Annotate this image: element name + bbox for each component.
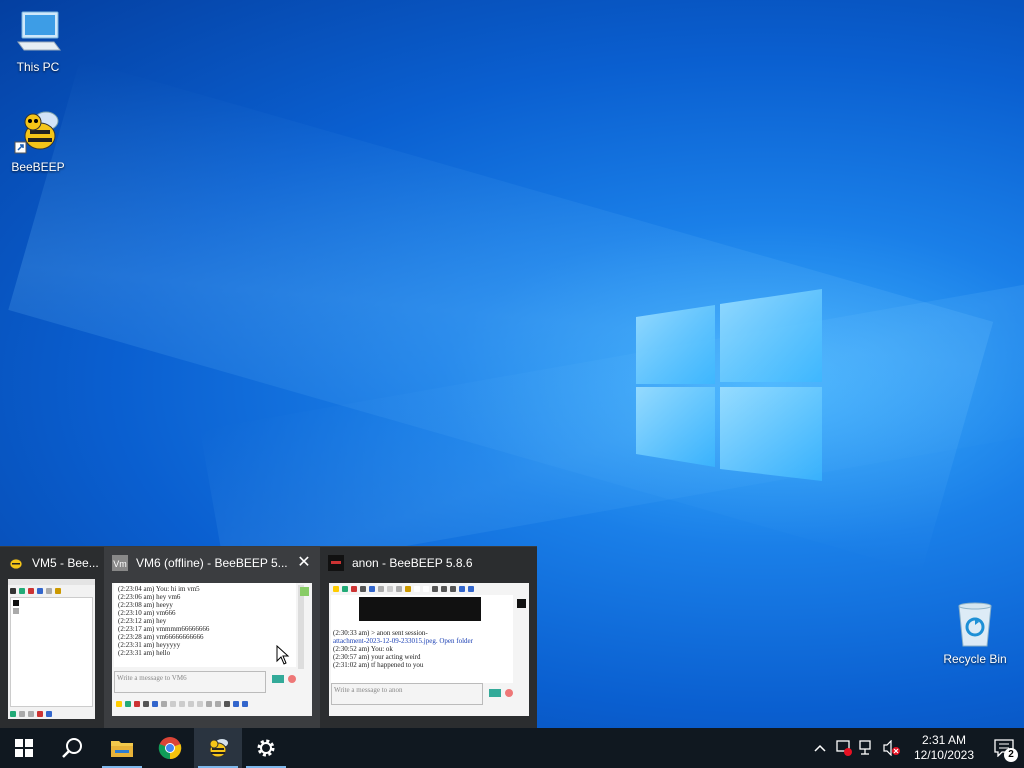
preview-user-avatar: [13, 600, 19, 606]
security-alert-icon: [836, 740, 852, 756]
heart-icon: [505, 689, 513, 697]
preview-message: (2:23:06 am) hey vm6: [118, 593, 181, 601]
preview-chat-log: (2:23:04 am) You: hi im vm5 (2:23:06 am)…: [114, 583, 296, 667]
mouse-cursor-icon: [276, 645, 290, 665]
show-hidden-icons-button[interactable]: [808, 728, 832, 768]
taskbar-file-explorer[interactable]: [98, 728, 146, 768]
notification-count-badge: 2: [1004, 748, 1018, 762]
thumbnail-title: VM5 - Bee...: [32, 556, 99, 570]
preview-chat-log: (2:30:33 am) > anon sent session- attach…: [331, 595, 513, 683]
preview-message: (2:30:57 am) your acting weird: [333, 653, 421, 661]
desktop-icon-this-pc[interactable]: This PC: [0, 10, 76, 74]
preview-message: (2:30:52 am) You: ok: [333, 645, 393, 653]
system-tray: 2:31 AM 12/10/2023 2: [808, 728, 1024, 768]
preview-avatar: [517, 599, 526, 608]
preview-image-attachment: [359, 597, 481, 621]
preview-bottom-toolbar: [10, 709, 52, 719]
preview-message-input: Write a message to anon: [331, 683, 483, 705]
taskbar-beebeep[interactable]: [194, 728, 242, 768]
preview-avatar: [300, 587, 309, 596]
recycle-bin-icon: [958, 602, 992, 647]
wallpaper-light-beam: [8, 60, 994, 572]
taskbar-clock[interactable]: 2:31 AM 12/10/2023: [904, 733, 984, 763]
preview-toolbar: [10, 586, 61, 596]
beebeep-icon: [9, 558, 23, 570]
chevron-up-icon: [814, 744, 826, 752]
thumbnail-title-bar: Vm VM6 (offline) - BeeBEEP 5...: [104, 547, 320, 579]
preview-user-avatar: [13, 608, 19, 614]
desktop-icon-beebeep[interactable]: BeeBEEP: [0, 108, 76, 174]
thumbnail-anon[interactable]: anon - BeeBEEP 5.8.6 (2:30:33 am) > anon…: [320, 547, 537, 729]
clock-date: 12/10/2023: [913, 748, 974, 762]
window-preview-anon: (2:30:33 am) > anon sent session- attach…: [329, 583, 529, 716]
thumbnail-close-button[interactable]: ✕: [294, 553, 314, 573]
taskbar-thumbnail-previews: VM5 - Bee... Vm VM6 (offline) - BeeBEEP …: [0, 546, 537, 729]
preview-message: (2:23:17 am) vmmmm66666666: [118, 625, 210, 633]
wallpaper-light-beam: [200, 273, 1024, 578]
tray-network[interactable]: [856, 728, 880, 768]
tray-security-status[interactable]: [832, 728, 856, 768]
send-icon: [272, 675, 284, 683]
svg-text:Vm: Vm: [113, 559, 127, 569]
desktop-icon-recycle-bin[interactable]: Recycle Bin: [937, 602, 1013, 666]
windows-wallpaper-logo: [636, 289, 822, 481]
thumbnail-title-bar: VM5 - Bee...: [0, 547, 104, 579]
preview-message-input: Write a message to VM6: [114, 671, 266, 693]
taskbar-settings[interactable]: [242, 728, 290, 768]
network-icon: [859, 740, 871, 755]
vm-icon: Vm: [112, 555, 128, 571]
desktop-icon-label: BeeBEEP: [11, 160, 65, 174]
folder-icon: [111, 741, 133, 757]
preview-message: (2:23:28 am) vm66666666666: [118, 633, 204, 641]
windows-start-icon: [15, 739, 33, 757]
desktop-icon-label: This PC: [16, 60, 60, 74]
heart-icon: [288, 675, 296, 683]
send-icon: [489, 689, 501, 697]
preview-message: attachment-2023-12-09-233015.jpeg. Open …: [333, 637, 473, 645]
action-center-button[interactable]: 2: [984, 728, 1024, 768]
preview-message: (2:23:31 am) heyyyyy: [118, 641, 181, 649]
chrome-icon: [158, 737, 182, 760]
thumbnail-vm6[interactable]: Vm VM6 (offline) - BeeBEEP 5... ✕ (2:23:…: [104, 547, 320, 729]
preview-message: (2:23:04 am) You: hi im vm5: [118, 585, 200, 593]
taskbar: 2:31 AM 12/10/2023 2: [0, 728, 1024, 768]
thumbnail-title: VM6 (offline) - BeeBEEP 5...: [136, 556, 288, 570]
beebeep-icon: [209, 739, 228, 758]
volume-muted-icon: [883, 740, 900, 756]
gear-icon: [257, 739, 275, 757]
preview-bottom-toolbar: [116, 699, 248, 709]
preview-message: (2:23:12 am) hey: [118, 617, 167, 625]
preview-message: (2:31:02 am) tf happened to you: [333, 661, 424, 669]
window-preview-vm5: [8, 579, 95, 719]
preview-menubar: [8, 579, 95, 585]
preview-message: (2:30:33 am) > anon sent session-: [333, 629, 428, 637]
beebeep-icon: [14, 111, 59, 154]
preview-message: (2:23:10 am) vm666: [118, 609, 176, 617]
this-pc-icon: [17, 11, 61, 51]
desktop-icon-label: Recycle Bin: [943, 652, 1007, 666]
preview-user-list: [10, 597, 93, 707]
thumbnail-title-bar: anon - BeeBEEP 5.8.6: [320, 547, 537, 579]
preview-scrollbar: [298, 585, 304, 669]
preview-message: (2:23:08 am) heeyy: [118, 601, 173, 609]
taskbar-chrome[interactable]: [146, 728, 194, 768]
clock-time: 2:31 AM: [921, 733, 966, 747]
tray-volume[interactable]: [880, 728, 904, 768]
anon-icon: [328, 555, 344, 571]
thumbnail-vm5[interactable]: VM5 - Bee...: [0, 547, 104, 729]
preview-toolbar: [333, 584, 474, 594]
start-button[interactable]: [0, 728, 48, 768]
search-icon: [62, 738, 82, 758]
preview-message: (2:23:31 am) hello: [118, 649, 171, 657]
thumbnail-title: anon - BeeBEEP 5.8.6: [352, 556, 473, 570]
search-button[interactable]: [48, 728, 96, 768]
